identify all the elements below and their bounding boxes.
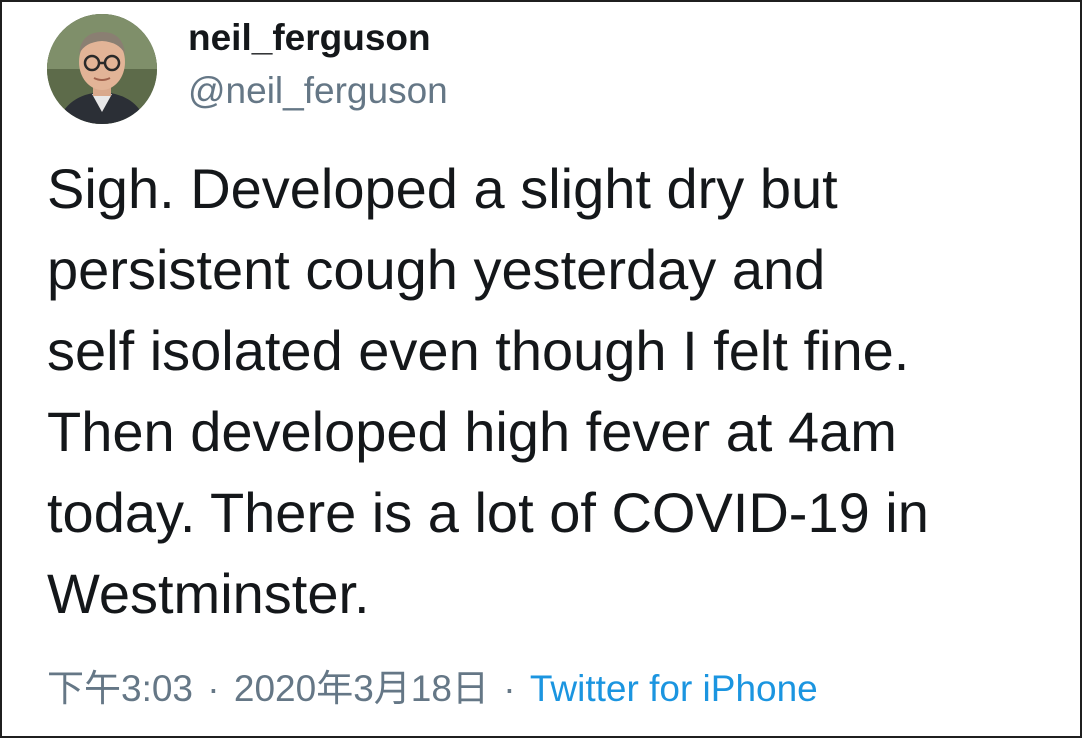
tweet-text: Sigh. Developed a slight dry but persist… <box>47 157 929 625</box>
author-handle[interactable]: @neil_ferguson <box>188 69 448 113</box>
author-display-name[interactable]: neil_ferguson <box>188 16 431 60</box>
meta-separator-2: · <box>503 668 516 709</box>
tweet-date[interactable]: 2020年3月18日 <box>234 668 489 709</box>
avatar[interactable] <box>47 14 157 124</box>
tweet-card: neil_ferguson @neil_ferguson Sigh. Devel… <box>0 0 1082 738</box>
meta-separator: · <box>207 668 220 709</box>
tweet-metadata: 下午3:03 · 2020年3月18日 · Twitter for iPhone <box>47 666 818 712</box>
avatar-image <box>47 14 157 124</box>
tweet-source-link[interactable]: Twitter for iPhone <box>530 668 818 709</box>
tweet-time[interactable]: 下午3:03 <box>47 668 193 709</box>
